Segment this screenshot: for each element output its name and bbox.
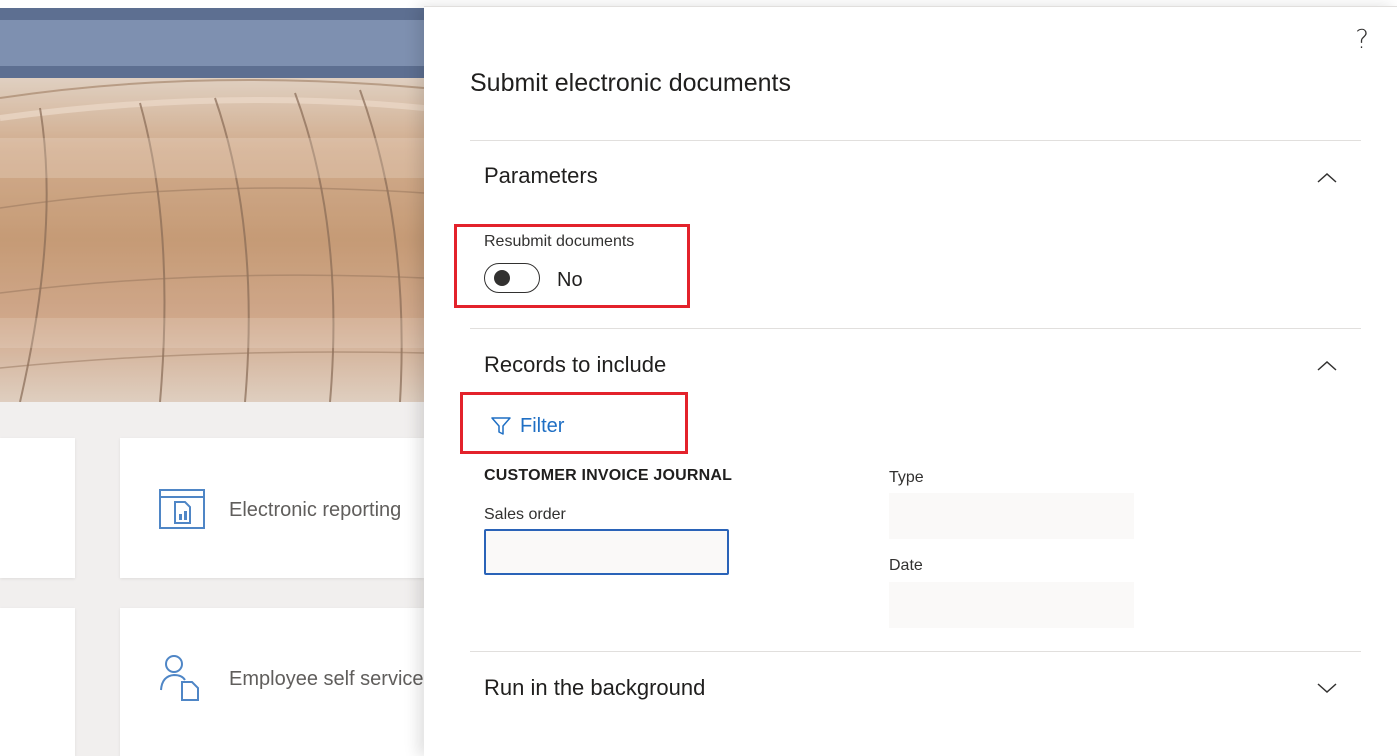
sales-order-input[interactable] [484,529,729,575]
top-strip [0,0,424,8]
divider [470,651,1361,652]
type-field [889,493,1134,539]
report-icon [158,488,206,535]
resubmit-documents-toggle[interactable] [484,263,540,293]
chevron-up-icon[interactable] [1314,357,1340,375]
divider [470,140,1361,141]
type-label: Type [889,469,924,486]
workspace-tile[interactable] [0,608,75,756]
date-field [889,582,1134,628]
workspace-background: Electronic reporting Employee self servi… [0,0,424,756]
tile-label: Electronic reporting [229,499,402,521]
resubmit-documents-value: No [557,269,583,291]
section-records-title[interactable]: Records to include [484,352,666,378]
workspace-tile[interactable] [0,438,75,578]
customer-invoice-journal-heading: CUSTOMER INVOICE JOURNAL [484,467,733,484]
electronic-reporting-tile[interactable]: Electronic reporting [120,438,424,578]
filter-label: Filter [520,414,565,437]
dialog-title: Submit electronic documents [470,69,791,97]
hero-overlay [0,78,424,402]
toggle-knob [494,270,510,286]
date-label: Date [889,557,923,574]
filter-icon [491,417,511,435]
submit-documents-dialog: ? Submit electronic documents Parameters… [424,6,1397,756]
chevron-down-icon[interactable] [1314,679,1340,697]
divider [470,328,1361,329]
filter-button[interactable]: Filter [490,412,564,440]
employee-self-service-tile[interactable]: Employee self service [120,608,424,756]
help-icon[interactable]: ? [1355,27,1369,53]
section-run-background-title[interactable]: Run in the background [484,675,705,701]
tile-label: Employee self service [229,668,424,690]
employee-icon [158,654,204,707]
hero-image [0,78,424,402]
chevron-up-icon[interactable] [1314,169,1340,187]
sales-order-label: Sales order [484,506,566,523]
navigation-bar [0,8,424,78]
resubmit-documents-label: Resubmit documents [484,233,635,250]
section-parameters-title[interactable]: Parameters [484,163,598,189]
